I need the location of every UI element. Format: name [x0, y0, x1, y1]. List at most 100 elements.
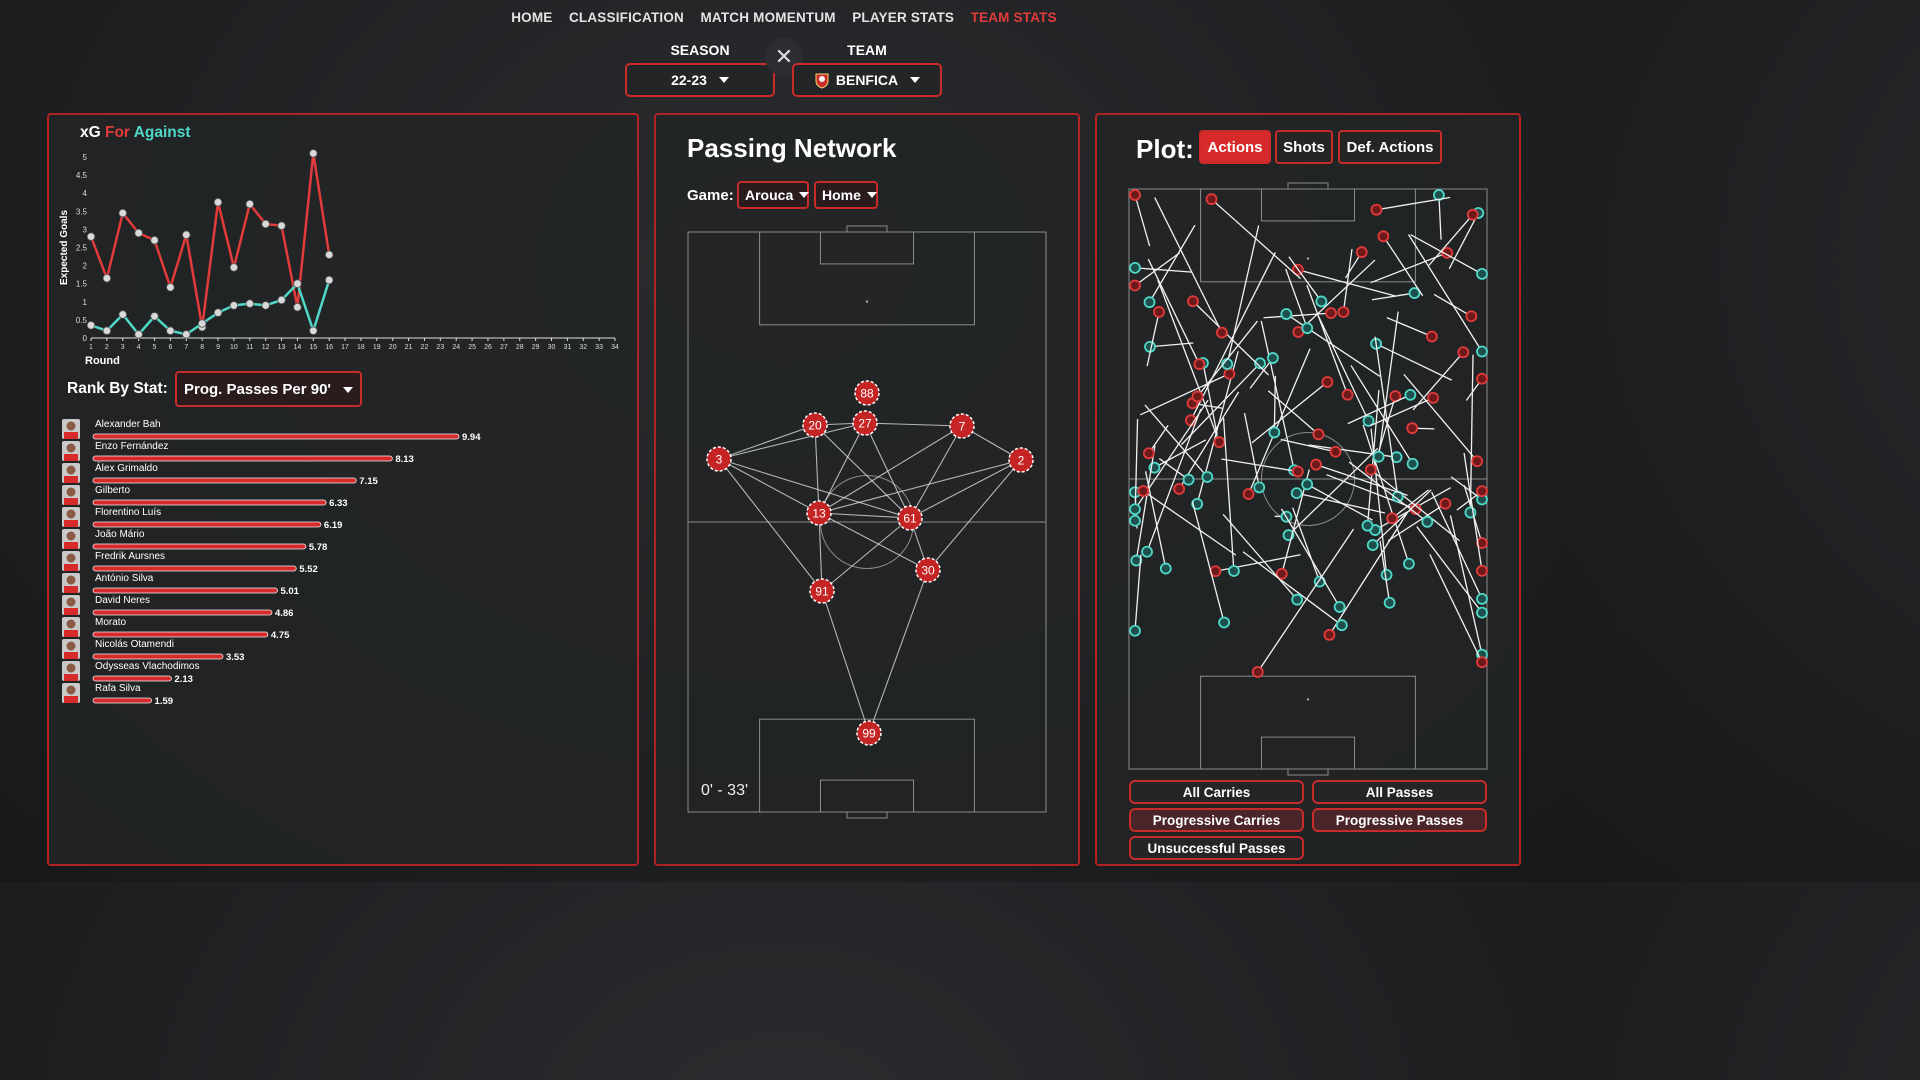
team-select[interactable]: BENFICA [792, 63, 942, 97]
data-point-for [166, 283, 175, 292]
season-select[interactable]: 22-23 [625, 63, 775, 97]
action-line [1416, 526, 1483, 613]
xg-for-label: For [105, 124, 130, 141]
player-name: Rafa Silva [95, 683, 141, 694]
game-select[interactable]: Arouca [737, 181, 810, 209]
venue-value: Home [822, 187, 861, 203]
pass-link [718, 458, 820, 514]
all-carries-button[interactable]: All Carries [1129, 780, 1304, 804]
action-line [1243, 412, 1260, 488]
pass-end-marker [1191, 390, 1204, 403]
data-point-against [324, 275, 334, 285]
unsuccessful-passes-button[interactable]: Unsuccessful Passes [1129, 836, 1304, 860]
y-axis-label: Expected Goals [59, 210, 70, 285]
player-node-number: 27 [858, 417, 872, 431]
data-point-against [102, 326, 112, 335]
x-tick-label: 29 [532, 344, 540, 351]
player-avatar [62, 617, 80, 637]
player-avatar [62, 573, 80, 593]
carry-end-marker [1129, 624, 1141, 637]
x-axis-label: Round [85, 355, 120, 367]
action-line [1342, 248, 1353, 313]
tab-def-actions[interactable]: Def. Actions [1338, 130, 1442, 164]
x-tick-label: 25 [468, 344, 476, 351]
data-point-for [245, 199, 254, 209]
venue-select[interactable]: Home [814, 181, 878, 209]
pass-link [814, 424, 911, 519]
pass-link [818, 459, 1022, 514]
y-tick-label: 5 [83, 153, 88, 162]
pass-end-marker [1213, 436, 1226, 449]
carry-end-marker [1380, 568, 1393, 581]
player-avatar [62, 683, 80, 703]
pass-end-marker [1321, 376, 1334, 388]
data-point-for [86, 232, 96, 241]
progressive-passes-button[interactable]: Progressive Passes [1312, 808, 1487, 832]
nav-classification[interactable]: CLASSIFICATION [569, 10, 684, 25]
pass-end-marker [1129, 279, 1141, 292]
carry-end-marker [1335, 619, 1348, 632]
data-point-for [261, 219, 270, 229]
nav-match-momentum[interactable]: MATCH MOMENTUM [700, 10, 835, 25]
actions-pitch [1128, 182, 1488, 776]
nav-home[interactable]: HOME [511, 10, 552, 25]
player-bar [92, 455, 393, 462]
action-line [1211, 198, 1301, 280]
nav-player-stats[interactable]: PLAYER STATS [852, 10, 954, 25]
pass-end-marker [1466, 208, 1479, 221]
carry-end-marker [1301, 322, 1314, 335]
pass-end-marker [1329, 445, 1342, 458]
carry-end-marker [1266, 352, 1279, 364]
series-line-for [89, 153, 331, 328]
pass-end-marker [1337, 306, 1350, 318]
data-point-against [118, 310, 127, 319]
progressive-carries-button[interactable]: Progressive Carries [1129, 808, 1304, 832]
player-value: 3.53 [226, 652, 245, 663]
pass-end-marker [1341, 388, 1354, 401]
chevron-down-icon [910, 77, 921, 83]
y-tick-label: 1.5 [76, 280, 88, 289]
rank-stat-select[interactable]: Prog. Passes Per 90' [175, 371, 362, 407]
player-value: 7.15 [359, 476, 378, 487]
pass-end-marker [1251, 666, 1264, 678]
player-name: Fredrik Aursnes [95, 551, 165, 562]
player-value: 5.52 [299, 564, 318, 575]
player-name: Odysseas Vlachodimos [95, 661, 200, 672]
x-tick-label: 8 [200, 344, 204, 351]
carry-end-marker [1315, 295, 1328, 308]
x-tick-label: 18 [357, 344, 365, 351]
player-bar [92, 477, 357, 484]
carry-end-marker [1383, 596, 1396, 609]
action-line [1348, 461, 1428, 523]
pass-end-marker [1476, 372, 1488, 385]
x-tick-label: 19 [373, 344, 381, 351]
action-line [1438, 194, 1442, 240]
action-line [1403, 373, 1478, 462]
pass-link [718, 422, 866, 460]
x-tick-label: 17 [341, 344, 349, 351]
nav-team-stats[interactable]: TEAM STATS [971, 10, 1057, 25]
carry-end-marker [1280, 308, 1293, 320]
x-tick-label: 24 [452, 344, 460, 351]
action-line [1375, 343, 1452, 381]
player-node-number: 13 [812, 507, 826, 521]
player-value: 2.13 [174, 674, 193, 685]
all-passes-button[interactable]: All Passes [1312, 780, 1487, 804]
plot-panel: Plot: Actions Shots Def. Actions All Car… [1095, 113, 1521, 866]
pass-link [864, 422, 963, 427]
carry-end-marker [1159, 562, 1172, 575]
data-point-for [182, 230, 191, 240]
x-tick-label: 27 [500, 344, 508, 351]
pass-end-marker [1153, 306, 1165, 318]
y-tick-label: 0 [83, 334, 88, 343]
player-value: 4.75 [271, 630, 290, 641]
tab-actions[interactable]: Actions [1199, 130, 1271, 164]
player-value: 8.13 [395, 454, 414, 465]
action-line [1263, 312, 1332, 319]
player-bar [92, 697, 152, 704]
tab-shots[interactable]: Shots [1275, 130, 1333, 164]
action-line [1288, 256, 1322, 302]
carry-end-marker [1301, 478, 1314, 491]
pass-end-marker [1223, 367, 1236, 380]
carry-end-marker [1476, 345, 1488, 358]
